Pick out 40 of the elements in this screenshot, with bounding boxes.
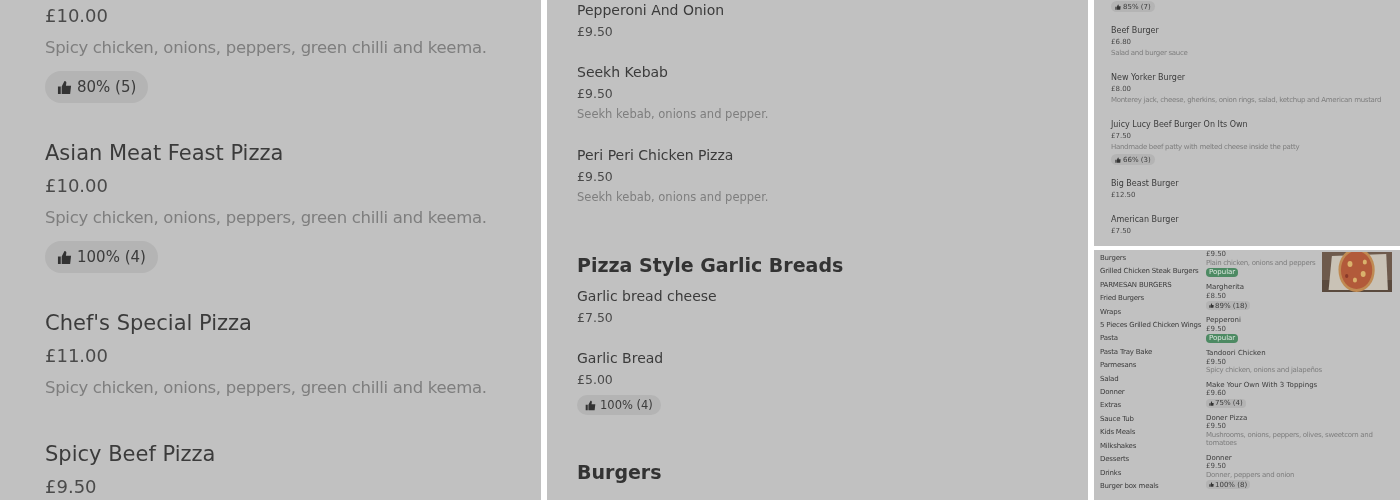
- rating-text: 100% (4): [600, 398, 653, 412]
- dish-name[interactable]: New Yorker Burger: [1111, 72, 1186, 84]
- dish-name[interactable]: Beef Burger: [1111, 25, 1159, 37]
- dish-name[interactable]: Garlic bread cheese: [577, 286, 717, 307]
- dish-name[interactable]: Asian Meat Feast Pizza: [45, 136, 284, 170]
- dish-name[interactable]: Pepperoni And Onion: [577, 0, 725, 21]
- dish-price: £11.00: [45, 344, 108, 368]
- section-heading: Pizza Style Garlic Breads: [577, 253, 844, 278]
- dish-price: £9.50: [577, 168, 613, 186]
- thumbs-up-icon: [57, 79, 72, 95]
- dish-price: £9.50: [577, 23, 613, 41]
- dish-name[interactable]: Chef's Special Pizza: [45, 306, 252, 340]
- dish-description: Seekh kebab, onions and pepper.: [577, 189, 769, 206]
- thumbs-up-icon: [1209, 482, 1214, 487]
- thumbs-up-icon: [585, 399, 596, 411]
- dish-description: Spicy chicken, onions, peppers, green chilli and keema.: [45, 207, 487, 229]
- thumbs-up-icon: [1209, 303, 1214, 308]
- dish-name[interactable]: American Burger: [1111, 214, 1179, 226]
- dish-price: £9.50: [577, 85, 613, 103]
- dish-name[interactable]: Seekh Kebab: [577, 62, 668, 83]
- thumbs-up-icon: [1115, 3, 1121, 10]
- thumbs-up-icon: [1209, 400, 1214, 406]
- dish-price: £10.00: [45, 4, 108, 28]
- dish-price: £7.50: [577, 309, 613, 327]
- rating-text: 100% (4): [77, 248, 146, 266]
- dish-description: Spicy chicken, onions, peppers, green chilli and keema.: [45, 377, 487, 399]
- dish-price: £9.50: [45, 475, 97, 499]
- section-heading: Burgers: [577, 460, 662, 485]
- dish-description: Spicy chicken, onions, peppers, green chilli and keema.: [45, 37, 487, 59]
- dish-name[interactable]: Juicy Lucy Beef Burger On Its Own: [1111, 119, 1248, 131]
- dish-description: Seekh kebab, onions and pepper.: [577, 106, 769, 123]
- dish-name[interactable]: Spicy Beef Pizza: [45, 437, 216, 471]
- thumbs-up-icon: [1115, 156, 1121, 163]
- rating-text: 80% (5): [77, 78, 137, 96]
- dish-name[interactable]: Peri Peri Chicken Pizza: [577, 145, 734, 166]
- dish-price: £10.00: [45, 174, 108, 198]
- dish-price: £5.00: [577, 371, 613, 389]
- thumbs-up-icon: [57, 249, 72, 265]
- dish-name[interactable]: Big Beast Burger: [1111, 178, 1179, 190]
- dish-name[interactable]: Garlic Bread: [577, 348, 664, 369]
